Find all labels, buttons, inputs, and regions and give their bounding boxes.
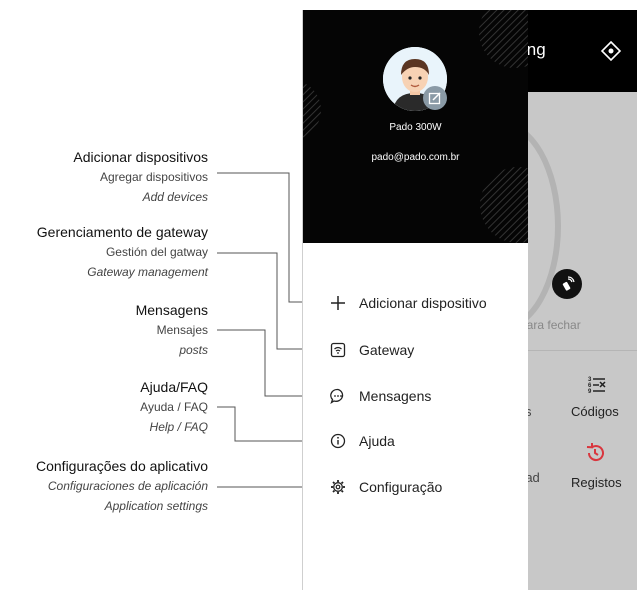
annotation-settings: Configurações do aplicativo Configuracio… (36, 456, 208, 516)
plus-icon (329, 294, 347, 312)
history-icon (586, 443, 604, 462)
annotation-title: Gerenciamento de gateway (36, 224, 208, 240)
annotation-english: Gateway management (87, 265, 208, 279)
edit-icon (428, 92, 441, 105)
drawer-header: Pado 300W pado@pado.com.br (303, 10, 528, 243)
annotation-help: Ajuda/FAQ Ayuda / FAQ Help / FAQ (140, 377, 208, 437)
user-name: Pado 300W (389, 122, 442, 133)
annotation-english: Application settings (104, 499, 208, 513)
annotation-english: Help / FAQ (149, 420, 208, 434)
annotation-title: Mensagens (135, 302, 208, 318)
menu-item-gateway[interactable]: Gateway (329, 338, 414, 362)
target-icon[interactable] (600, 40, 622, 62)
gateway-icon (329, 341, 347, 359)
annotation-spanish: Gestión del gatway (105, 245, 208, 259)
menu-label: Gateway (359, 342, 415, 358)
annotation-spanish: Ayuda / FAQ (140, 400, 208, 414)
user-email: pado@pado.com.br (371, 152, 460, 163)
annotation-gateway: Gerenciamento de gateway Gestión del gat… (37, 222, 208, 282)
remote-button[interactable] (552, 269, 582, 299)
registros-label[interactable]: Registos (571, 475, 622, 490)
annotation-spanish: Agregar dispositivos (99, 170, 208, 184)
menu-item-add-device[interactable]: Adicionar dispositivo (329, 291, 487, 315)
gear-icon (329, 478, 347, 496)
annotation-title: Configurações do aplicativo (36, 458, 208, 474)
menu-label: Configuração (359, 479, 443, 495)
annotation-add-devices: Adicionar dispositivos Agregar dispositi… (73, 147, 208, 207)
decorative-stripes (479, 10, 528, 68)
annotation-title: Adicionar dispositivos (73, 149, 208, 165)
annotation-messages: Mensagens Mensajes posts (136, 300, 208, 360)
annotation-english: Add devices (142, 190, 208, 204)
menu-item-settings[interactable]: Configuração (329, 475, 442, 499)
annotation-spanish: Mensajes (156, 323, 208, 337)
annotation-spanish: Configuraciones de aplicación (47, 479, 208, 493)
codes-icon: 3 6 9 (587, 374, 607, 397)
decorative-stripes (480, 167, 528, 243)
message-icon (329, 387, 347, 405)
menu-item-messages[interactable]: Mensagens (329, 384, 431, 408)
svg-text:9: 9 (588, 389, 592, 394)
annotation-title: Ajuda/FAQ (140, 379, 208, 395)
menu-label: Mensagens (359, 388, 432, 404)
menu-item-help[interactable]: Ajuda (329, 429, 395, 453)
remote-icon (562, 276, 575, 291)
edit-avatar-button[interactable] (423, 86, 447, 110)
info-icon (329, 432, 347, 450)
navigation-drawer: Pado 300W pado@pado.com.br Adicionar dis… (303, 10, 528, 590)
codes-label[interactable]: Códigos (571, 404, 619, 419)
menu-label: Ajuda (359, 433, 395, 449)
divider (528, 350, 637, 351)
menu-label: Adicionar dispositivo (359, 295, 487, 311)
annotation-english: posts (179, 343, 208, 357)
phone-screen: ing o para fechar s 3 6 9 Códigos rad Re… (302, 10, 637, 590)
